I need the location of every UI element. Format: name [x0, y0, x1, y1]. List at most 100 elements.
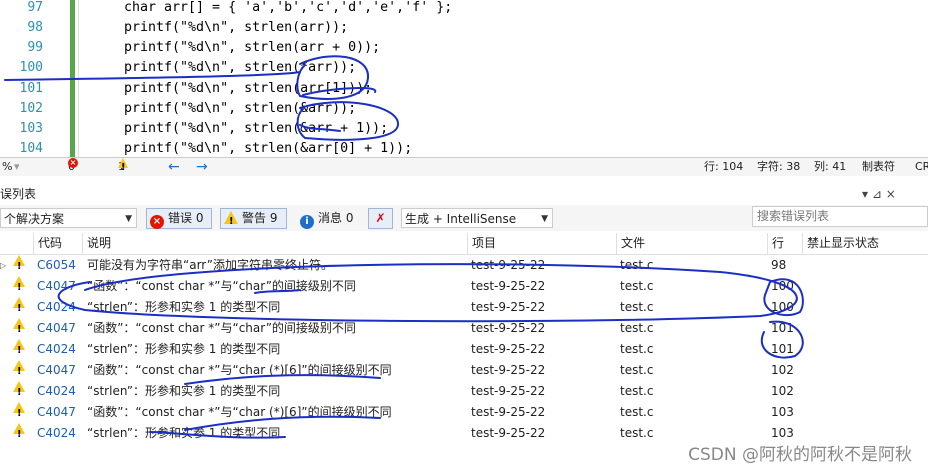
code-text[interactable]: printf("%d\n", strlen(arr[1]));	[124, 79, 372, 99]
warning-code-link[interactable]: C4047	[37, 360, 76, 381]
cursor-col: 列: 41	[814, 160, 847, 173]
file-name: test.c	[620, 321, 654, 335]
file-name: test.c	[620, 363, 654, 377]
code-text[interactable]: printf("%d\n", strlen(arr + 0));	[124, 38, 380, 58]
table-row[interactable]: C4024 “strlen”：形参和实参 1 的类型不同 test-9-25-2…	[0, 381, 928, 403]
table-row[interactable]: C4047 “函数”：“const char *”与“char (*)[6]”的…	[0, 360, 928, 382]
line-number: 100	[19, 60, 43, 75]
column-header-file[interactable]: 文件	[616, 233, 645, 254]
error-icon: ×	[150, 215, 164, 229]
expand-icon[interactable]: ▷	[0, 255, 6, 276]
panel-title: 误列表	[0, 187, 37, 201]
cursor-char: 字符: 38	[757, 160, 801, 173]
file-name: test.c	[620, 300, 654, 314]
code-line[interactable]: 99 printf("%d\n", strlen(arr + 0));	[0, 38, 928, 58]
messages-filter-button[interactable]: i 消息 0	[296, 208, 362, 229]
file-name: test.c	[620, 384, 654, 398]
line-number: 100	[771, 279, 794, 293]
info-icon: i	[300, 215, 314, 229]
warning-code-link[interactable]: C4024	[37, 381, 76, 402]
column-header-code[interactable]: 代码	[33, 233, 62, 254]
code-line[interactable]: 103 printf("%d\n", strlen(&arr + 1));	[0, 119, 928, 139]
line-number: 103	[19, 121, 43, 136]
nav-forward-icon[interactable]: →	[196, 158, 208, 176]
code-text[interactable]: printf("%d\n", strlen(&arr + 1));	[124, 119, 388, 139]
warnings-filter-button[interactable]: 警告 9	[220, 208, 287, 231]
code-text[interactable]: printf("%d\n", strlen(arr));	[124, 18, 348, 38]
column-header-suppression[interactable]: 禁止显示状态	[802, 233, 879, 254]
warning-description: “strlen”：形参和实参 1 的类型不同	[87, 426, 281, 440]
column-header-description[interactable]: 说明	[82, 233, 111, 254]
warning-code-link[interactable]: C4047	[37, 402, 76, 423]
warning-code-link[interactable]: C4024	[37, 423, 76, 444]
project-name: test-9-25-22	[471, 300, 546, 314]
code-editor[interactable]: 97 char arr[] = { 'a','b','c','d','e','f…	[0, 0, 928, 157]
table-row[interactable]: ▷ C6054 可能没有为字符串“arr”添加字符串零终止符。 test-9-2…	[0, 255, 928, 277]
project-name: test-9-25-22	[471, 342, 546, 356]
errors-filter-label: 错误 0	[168, 211, 204, 225]
scope-dropdown-value: 个解决方案	[4, 212, 65, 226]
zoom-dropdown-icon[interactable]: ▾	[14, 158, 20, 176]
column-header-line[interactable]: 行	[767, 233, 784, 254]
code-text[interactable]: printf("%d\n", strlen(&arr[0] + 1));	[124, 139, 412, 157]
nav-back-icon[interactable]: ←	[168, 158, 180, 176]
error-icon: ×	[68, 158, 78, 168]
warning-description: “函数”：“const char *”与“char (*)[6]”的间接级别不同	[87, 405, 392, 419]
line-number: 98	[27, 20, 43, 35]
code-line[interactable]: 102 printf("%d\n", strlen(&arr));	[0, 99, 928, 119]
table-row[interactable]: C4024 “strlen”：形参和实参 1 的类型不同 test-9-25-2…	[0, 297, 928, 319]
code-text[interactable]: char arr[] = { 'a','b','c','d','e','f' }…	[124, 0, 452, 18]
filter-toggle-button[interactable]: ✗	[368, 208, 393, 229]
code-line[interactable]: 104 printf("%d\n", strlen(&arr[0] + 1));	[0, 139, 928, 157]
warning-description: “strlen”：形参和实参 1 的类型不同	[87, 342, 281, 356]
zoom-level[interactable]: %	[2, 158, 12, 176]
line-number: 102	[771, 384, 794, 398]
warning-code-link[interactable]: C4024	[37, 339, 76, 360]
code-line[interactable]: 98 printf("%d\n", strlen(arr));	[0, 18, 928, 38]
file-name: test.c	[620, 258, 654, 272]
messages-filter-label: 消息 0	[318, 211, 354, 225]
warning-code-link[interactable]: C6054	[37, 255, 76, 276]
column-header-project[interactable]: 项目	[467, 233, 496, 254]
table-row[interactable]: C4047 “函数”：“const char *”与“char”的间接级别不同 …	[0, 318, 928, 340]
project-name: test-9-25-22	[471, 426, 546, 440]
line-ending[interactable]: CR	[915, 158, 928, 176]
line-number: 101	[19, 81, 43, 96]
table-row[interactable]: C4047 “函数”：“const char *”与“char”的间接级别不同 …	[0, 276, 928, 298]
panel-window-controls[interactable]: ▾ ⊿ ×	[862, 184, 896, 204]
warning-code-link[interactable]: C4047	[37, 318, 76, 339]
line-number: 102	[19, 101, 43, 116]
line-number: 101	[771, 321, 794, 335]
project-name: test-9-25-22	[471, 405, 546, 419]
project-name: test-9-25-22	[471, 384, 546, 398]
line-number: 103	[771, 405, 794, 419]
warning-description: “函数”：“const char *”与“char”的间接级别不同	[87, 279, 356, 293]
code-line[interactable]: 101 printf("%d\n", strlen(arr[1]));	[0, 79, 928, 99]
table-row[interactable]: C4024 “strlen”：形参和实参 1 的类型不同 test-9-25-2…	[0, 339, 928, 361]
scope-dropdown[interactable]: 个解决方案 ▼	[0, 208, 137, 228]
errors-filter-button[interactable]: × 错误 0	[146, 208, 212, 229]
chevron-down-icon: ▼	[125, 214, 132, 224]
project-name: test-9-25-22	[471, 321, 546, 335]
file-name: test.c	[620, 405, 654, 419]
project-name: test-9-25-22	[471, 279, 546, 293]
build-filter-dropdown[interactable]: 生成 + IntelliSense ▼	[401, 208, 553, 228]
warning-code-link[interactable]: C4024	[37, 297, 76, 318]
code-text[interactable]: printf("%d\n", strlen(*arr));	[124, 58, 356, 78]
search-placeholder: 搜索错误列表	[757, 209, 830, 223]
code-line[interactable]: 100 printf("%d\n", strlen(*arr));	[0, 58, 928, 78]
filter-icon: ✗	[375, 211, 386, 225]
code-line[interactable]: 97 char arr[] = { 'a','b','c','d','e','f…	[0, 0, 928, 18]
project-name: test-9-25-22	[471, 258, 546, 272]
indent-mode[interactable]: 制表符	[862, 158, 895, 176]
chevron-down-icon: ▼	[541, 214, 548, 224]
file-name: test.c	[620, 342, 654, 356]
warning-code-link[interactable]: C4047	[37, 276, 76, 297]
line-number: 100	[771, 300, 794, 314]
warning-count[interactable]: 1	[118, 158, 128, 177]
code-text[interactable]: printf("%d\n", strlen(&arr));	[124, 99, 356, 119]
line-number: 99	[27, 40, 43, 55]
table-row[interactable]: C4047 “函数”：“const char *”与“char (*)[6]”的…	[0, 402, 928, 424]
error-count[interactable]: ×0	[68, 158, 78, 176]
search-input[interactable]: 搜索错误列表	[752, 206, 928, 227]
